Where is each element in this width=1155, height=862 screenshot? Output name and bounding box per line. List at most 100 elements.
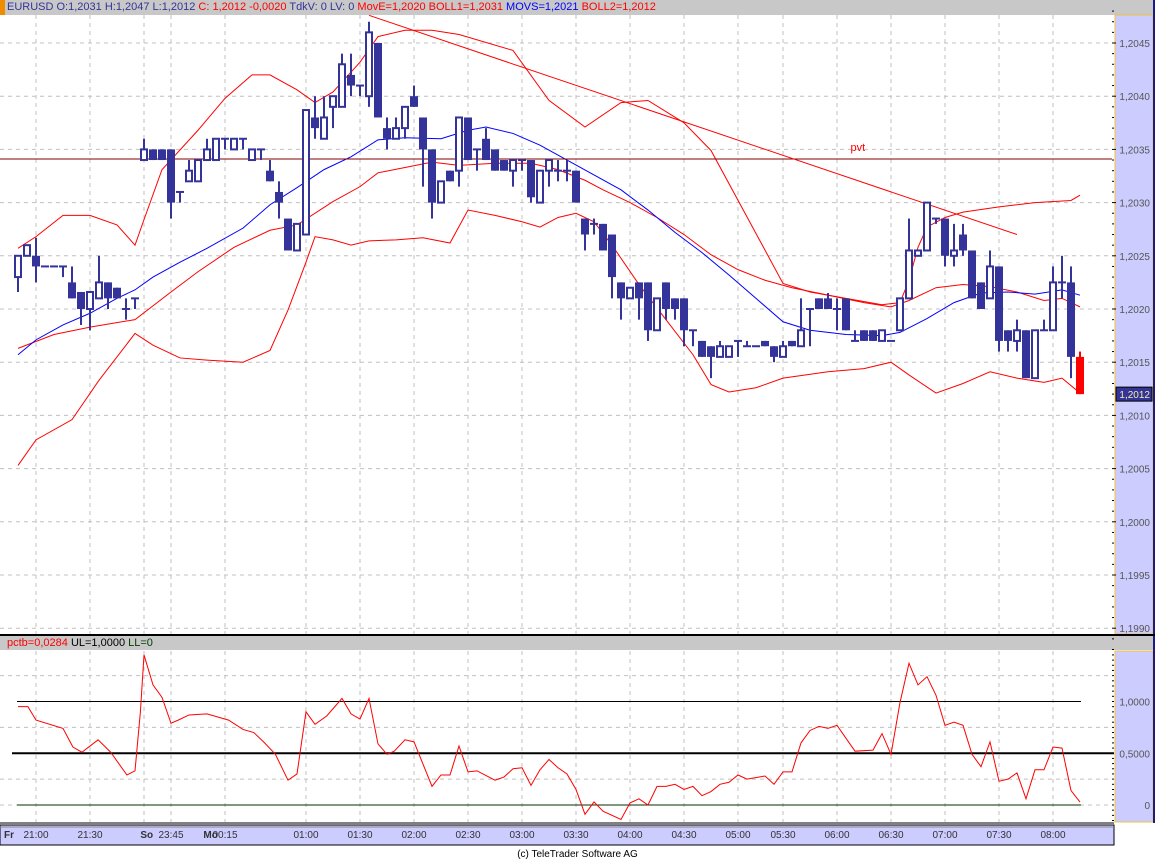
candle-body-up xyxy=(905,249,913,300)
candle-body-up xyxy=(896,297,904,332)
candle-body-down xyxy=(284,218,292,251)
candle-body-down xyxy=(482,138,490,161)
pctb-value: pctb=0,0284 xyxy=(7,637,68,649)
candle xyxy=(635,282,643,320)
candle-body-down xyxy=(707,346,715,357)
candle-body-down xyxy=(680,298,688,331)
candle xyxy=(311,96,319,139)
time-tick-label: 03:30 xyxy=(563,830,588,841)
copyright: (c) TeleTrader Software AG xyxy=(517,849,638,860)
candle xyxy=(1076,351,1084,395)
candle-body-down xyxy=(977,282,985,309)
candle xyxy=(446,170,454,182)
candle-body-up xyxy=(878,329,886,342)
time-tick-label: 21:30 xyxy=(77,830,102,841)
candle-body-up xyxy=(626,286,634,300)
candle xyxy=(788,340,796,347)
candle xyxy=(527,160,535,203)
candle xyxy=(230,137,238,151)
candle-body-up xyxy=(95,281,103,300)
candle xyxy=(689,329,697,347)
candle xyxy=(329,95,337,129)
candle-body-down xyxy=(788,340,796,347)
volume: TdkV: 0 LV: 0 xyxy=(289,1,355,13)
candle xyxy=(851,330,859,342)
candle-body-down xyxy=(374,43,382,118)
candle xyxy=(320,96,328,140)
time-tick-label: 06:00 xyxy=(824,830,849,841)
candle-body-up xyxy=(185,169,193,183)
candle-body-up xyxy=(194,159,202,183)
time-tick-label: 02:00 xyxy=(401,830,426,841)
candle-body-down xyxy=(275,191,283,203)
candle xyxy=(482,128,490,161)
candle-body-down xyxy=(635,282,643,299)
candle xyxy=(419,117,427,187)
time-tick-label: 07:30 xyxy=(986,830,1011,841)
candle xyxy=(392,117,400,140)
candle xyxy=(212,137,220,162)
candle xyxy=(545,159,553,187)
candle-body-up xyxy=(14,254,22,279)
candle xyxy=(491,149,499,171)
candle-body-down xyxy=(860,330,868,341)
candle xyxy=(14,254,22,292)
candle xyxy=(707,346,715,379)
candle-body-down xyxy=(428,149,436,203)
candle xyxy=(68,266,76,299)
candle xyxy=(770,346,778,363)
candle-body-up xyxy=(338,63,346,108)
candle-body-down xyxy=(410,96,418,107)
candle xyxy=(383,117,391,150)
candle xyxy=(455,116,463,187)
time-tick-label: 02:30 xyxy=(455,830,480,841)
price-axis-panel xyxy=(1114,14,1154,635)
candle xyxy=(644,282,652,341)
candle xyxy=(698,340,706,357)
candle xyxy=(158,149,166,161)
time-tick-label: 01:00 xyxy=(293,830,318,841)
candle xyxy=(113,287,121,299)
candle-body-up xyxy=(509,159,517,172)
candle-body-up xyxy=(986,265,994,300)
candle xyxy=(617,282,625,320)
candle xyxy=(572,170,580,203)
candle-body-down xyxy=(266,170,274,182)
candle xyxy=(1049,266,1057,332)
candle xyxy=(257,148,265,161)
candle xyxy=(563,160,571,182)
candle xyxy=(23,244,31,257)
candle xyxy=(32,237,40,283)
candle-body-down xyxy=(599,223,607,251)
candle-body-up xyxy=(1013,329,1021,342)
candle-body-down xyxy=(311,117,319,129)
candle xyxy=(995,266,1003,352)
candle xyxy=(743,340,751,348)
time-tick-label: 06:30 xyxy=(878,830,903,841)
price-tick-label: 1,2025 xyxy=(1119,252,1150,263)
candle-body-up xyxy=(779,345,787,358)
chart-canvas[interactable]: 1,2045 1,2040 1,2035 1,2030 1,2025 1,2020 1,20… xyxy=(0,0,1155,862)
candle xyxy=(1067,266,1075,379)
candle xyxy=(500,160,508,171)
candle-body-down xyxy=(419,117,427,150)
candle xyxy=(338,53,346,108)
move-boll1-value: MovE=1,2020 BOLL1=1,2031 xyxy=(357,1,503,13)
candle-body-down xyxy=(527,160,535,198)
candle-body-down xyxy=(32,255,40,267)
candle-body-down xyxy=(941,218,949,256)
candle-body-down xyxy=(968,250,976,299)
candle xyxy=(869,330,877,341)
time-tick-label: 01:30 xyxy=(347,830,372,841)
price-chart-header: EURUSD O:1,2031 H:1,2047 L:1,2012 C: 1,2… xyxy=(0,0,1155,15)
candle xyxy=(266,160,274,182)
candle xyxy=(986,250,994,300)
candle xyxy=(815,298,823,309)
candle xyxy=(95,255,103,300)
candle xyxy=(536,169,544,204)
price-tick-label: 1,2020 xyxy=(1119,305,1150,316)
candle xyxy=(302,109,310,236)
candle-body-down xyxy=(815,298,823,309)
last-price-label: 1,2012 xyxy=(1119,390,1150,401)
price-tick-label: 1,2010 xyxy=(1119,411,1150,422)
